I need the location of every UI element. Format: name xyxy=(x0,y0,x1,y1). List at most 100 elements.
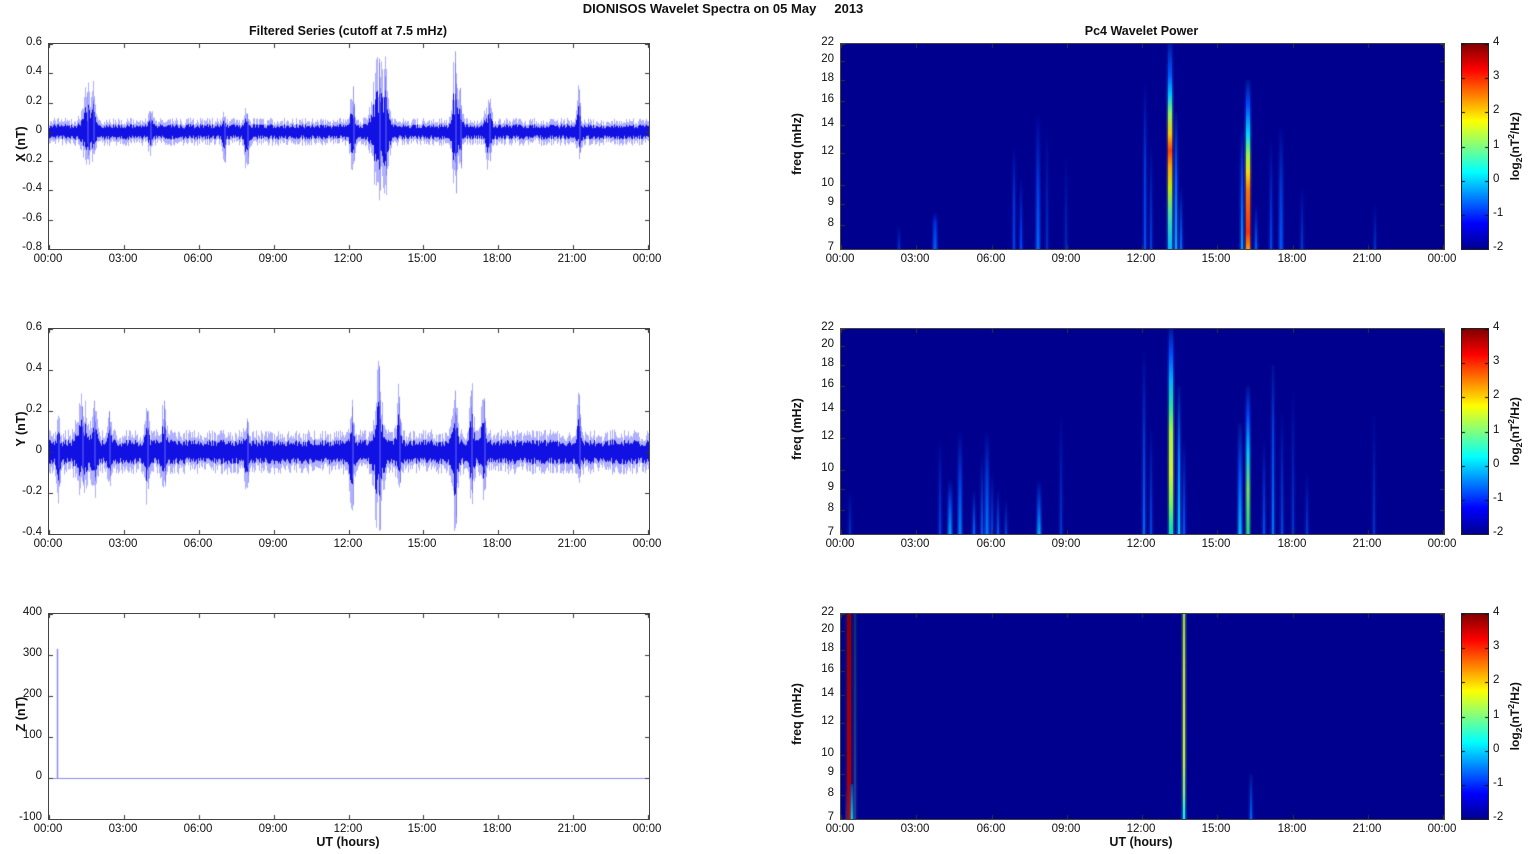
x-tick-label: 09:00 xyxy=(258,538,288,550)
x-tick-label: 21:00 xyxy=(557,253,587,265)
freq-tick-label: 16 xyxy=(821,93,834,105)
wavelet-power-title: Pc4 Wavelet Power xyxy=(1084,24,1199,38)
y-tick-label: -0.4 xyxy=(22,182,42,195)
x-tick-label: 18:00 xyxy=(482,253,512,265)
x-tick-label: 09:00 xyxy=(1051,253,1081,265)
y-tick-label: 0.6 xyxy=(26,321,42,333)
freq-tick-label: 10 xyxy=(821,462,834,475)
colorbar-tick-label: 0 xyxy=(1493,743,1500,755)
x-tick-label: 00:00 xyxy=(33,538,63,550)
freq-tick-label: 12 xyxy=(821,144,834,157)
freq-tick-label: 20 xyxy=(821,338,834,351)
freq-tick-label: 22 xyxy=(821,606,834,618)
x-tick-label: 18:00 xyxy=(1277,823,1307,835)
x-axis-label-right: UT (hours) xyxy=(1109,835,1173,849)
freq-tick-label: 10 xyxy=(821,747,834,760)
colorbar xyxy=(1461,613,1489,820)
freq-tick-label: 7 xyxy=(827,241,834,253)
y-tick-label: 0.4 xyxy=(26,362,42,374)
x-tick-label: 12:00 xyxy=(1126,823,1156,835)
x-tick-label: 09:00 xyxy=(1051,823,1081,835)
y-tick-label: -0.6 xyxy=(22,211,42,224)
freq-tick-label: 8 xyxy=(827,787,834,800)
colorbar-label-3: log2(nT2/Hz) xyxy=(1505,682,1525,751)
y-tick-label: 400 xyxy=(22,606,42,618)
x-tick-label: 21:00 xyxy=(1352,253,1382,265)
freq-tick-label: 20 xyxy=(821,53,834,66)
figure-title: DIONISOS Wavelet Spectra on 05 May 2013 xyxy=(582,1,864,16)
freq-tick-label: 8 xyxy=(827,217,834,230)
x-tick-label: 03:00 xyxy=(900,823,930,835)
x-tick-label: 06:00 xyxy=(976,253,1006,265)
x-wavelet-spectrogram xyxy=(840,43,1445,250)
x-tick-label: 03:00 xyxy=(108,253,138,265)
filtered-series-title: Filtered Series (cutoff at 7.5 mHz) xyxy=(249,24,447,38)
colorbar-tick-label: 3 xyxy=(1493,355,1500,367)
x-tick-label: 00:00 xyxy=(825,823,855,835)
freq-tick-label: 8 xyxy=(827,502,834,515)
x-tick-label: 09:00 xyxy=(258,823,288,835)
x-tick-label: 18:00 xyxy=(1277,253,1307,265)
freq-tick-label: 22 xyxy=(821,321,834,333)
x-tick-label: 15:00 xyxy=(1201,253,1231,265)
x-tick-label: 00:00 xyxy=(1427,253,1457,265)
y-tick-label: -0.2 xyxy=(22,485,42,497)
colorbar-tick-label: 1 xyxy=(1493,424,1500,436)
colorbar-tick-label: 2 xyxy=(1493,389,1500,401)
x-tick-label: 03:00 xyxy=(900,253,930,265)
x-tick-label: 00:00 xyxy=(33,253,63,265)
x-tick-label: 00:00 xyxy=(1427,538,1457,550)
x-tick-label: 21:00 xyxy=(1352,538,1382,550)
colorbar-tick-label: 2 xyxy=(1493,104,1500,116)
freq-tick-label: 10 xyxy=(821,177,834,190)
y-tick-label: -0.4 xyxy=(22,526,42,538)
x-tick-label: 06:00 xyxy=(183,253,213,265)
colorbar-tick-label: 2 xyxy=(1493,674,1500,686)
colorbar-tick-label: 4 xyxy=(1493,36,1500,48)
x-tick-label: 06:00 xyxy=(183,538,213,550)
y-tick-label: 200 xyxy=(22,688,42,700)
colorbar-tick-label: 1 xyxy=(1493,139,1500,151)
x-tick-label: 12:00 xyxy=(1126,538,1156,550)
y-tick-label: 0 xyxy=(35,444,42,456)
colorbar-tick-label: 0 xyxy=(1493,173,1500,185)
x-filtered-series-plot xyxy=(48,43,650,250)
y-tick-label: -100 xyxy=(18,811,42,823)
colorbar-tick-label: 4 xyxy=(1493,321,1500,333)
colorbar-tick-label: -2 xyxy=(1493,526,1504,538)
x-tick-label: 03:00 xyxy=(900,538,930,550)
colorbar-tick-label: 1 xyxy=(1493,709,1500,721)
x-tick-label: 06:00 xyxy=(183,823,213,835)
x-axis-label-left: UT (hours) xyxy=(316,835,380,849)
y-axis-label-z-nt: Z (nT) xyxy=(14,696,28,732)
freq-tick-label: 22 xyxy=(821,36,834,48)
freq-tick-label: 14 xyxy=(821,401,834,414)
x-tick-label: 03:00 xyxy=(108,823,138,835)
x-tick-label: 00:00 xyxy=(825,538,855,550)
y-axis-label-y-nt: Y (nT) xyxy=(14,411,28,447)
freq-tick-label: 14 xyxy=(821,116,834,129)
x-tick-label: 15:00 xyxy=(407,253,437,265)
freq-tick-label: 7 xyxy=(827,811,834,823)
colorbar-tick-label: 3 xyxy=(1493,70,1500,82)
x-tick-label: 00:00 xyxy=(632,253,662,265)
z-wavelet-spectrogram xyxy=(840,613,1445,820)
y-tick-label: 300 xyxy=(22,647,42,659)
y-wavelet-spectrogram xyxy=(840,328,1445,535)
y-tick-label: 0 xyxy=(35,770,42,782)
y-filtered-series-plot xyxy=(48,328,650,535)
y-tick-label: 0.2 xyxy=(26,94,42,107)
x-tick-label: 12:00 xyxy=(333,823,363,835)
figure: DIONISOS Wavelet Spectra on 05 May 2013 … xyxy=(0,0,1529,854)
colorbar-tick-label: 3 xyxy=(1493,640,1500,652)
freq-tick-label: 18 xyxy=(821,356,834,369)
colorbar-label-2: log2(nT2/Hz) xyxy=(1505,397,1525,466)
freq-tick-label: 9 xyxy=(827,766,834,778)
freq-tick-label: 7 xyxy=(827,526,834,538)
x-tick-label: 12:00 xyxy=(333,538,363,550)
freq-tick-label: 16 xyxy=(821,663,834,675)
y-tick-label: -0.8 xyxy=(22,241,42,253)
colorbar xyxy=(1461,43,1489,250)
x-tick-label: 21:00 xyxy=(557,538,587,550)
colorbar xyxy=(1461,328,1489,535)
